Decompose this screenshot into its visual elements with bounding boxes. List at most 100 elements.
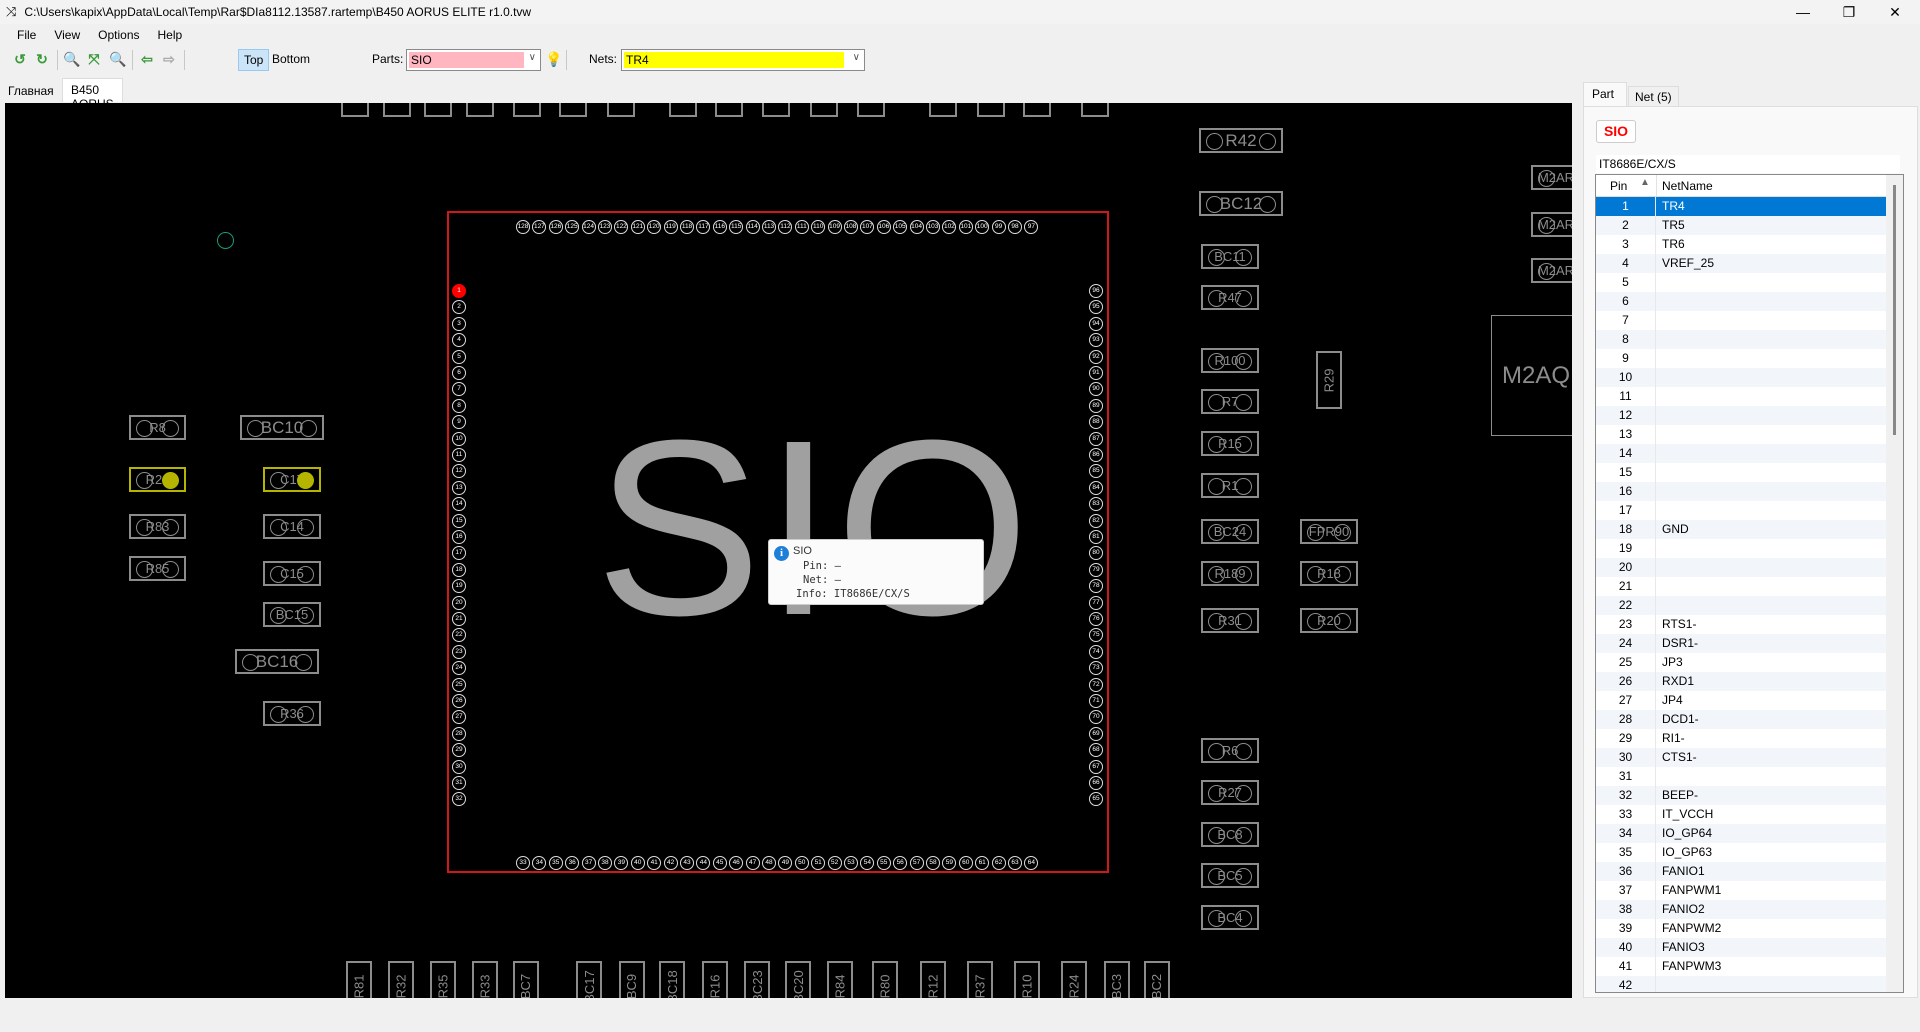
back-arrow-icon[interactable]: ⇦ <box>139 51 155 67</box>
pin-87[interactable]: 87 <box>1089 431 1103 446</box>
rotate-right-icon[interactable]: ↻ <box>34 51 50 67</box>
component-r12[interactable]: R12 <box>920 961 946 998</box>
component-bc9[interactable]: BC9 <box>619 961 645 998</box>
component-r31[interactable]: R31 <box>1201 608 1259 633</box>
pin-45[interactable]: 45 <box>712 856 727 870</box>
table-row[interactable]: 25 JP3 <box>1596 653 1886 672</box>
table-row[interactable]: 24 DSR1- <box>1596 634 1886 653</box>
table-row[interactable]: 20 <box>1596 558 1886 577</box>
table-row[interactable]: 27 JP4 <box>1596 691 1886 710</box>
pin-60[interactable]: 60 <box>958 856 973 870</box>
component-r32[interactable]: R32 <box>388 961 414 998</box>
table-row[interactable]: 26 RXD1 <box>1596 672 1886 691</box>
pin-101[interactable]: 101 <box>958 220 973 234</box>
pin-94[interactable]: 94 <box>1089 316 1103 331</box>
component-bc11[interactable]: BC11 <box>1201 244 1259 269</box>
component-partial[interactable] <box>977 103 1005 117</box>
component-r8[interactable]: R8 <box>129 415 186 440</box>
component-r16[interactable]: R16 <box>702 961 728 998</box>
pin-8[interactable]: 8 <box>452 398 466 413</box>
table-row[interactable]: 41 FANPWM3 <box>1596 957 1886 976</box>
pin-109[interactable]: 109 <box>827 220 842 234</box>
component-m2ar[interactable]: M2AR <box>1531 165 1572 190</box>
component-r47[interactable]: R47 <box>1201 285 1259 310</box>
component-bc23[interactable]: BC23 <box>744 961 770 998</box>
component-r24[interactable]: R24 <box>1061 961 1087 998</box>
board-canvas[interactable]: SIO 1 2 3 4 5 6 7 8 9 10 11 12 13 14 15 16 17 18 19 20 21 22 2… <box>5 103 1572 998</box>
component-partial[interactable] <box>607 103 635 117</box>
table-row[interactable]: 7 <box>1596 311 1886 330</box>
pin-52[interactable]: 52 <box>827 856 842 870</box>
component-bc16[interactable]: BC16 <box>235 649 319 674</box>
menu-view[interactable]: View <box>45 28 89 42</box>
component-r20[interactable]: R20 <box>1300 608 1358 633</box>
pin-116[interactable]: 116 <box>712 220 727 234</box>
menu-options[interactable]: Options <box>89 28 148 42</box>
pin-121[interactable]: 121 <box>630 220 645 234</box>
pin-15[interactable]: 15 <box>452 513 466 528</box>
pin-106[interactable]: 106 <box>876 220 891 234</box>
table-row[interactable]: 34 IO_GP64 <box>1596 824 1886 843</box>
component-bc4[interactable]: BC4 <box>1201 905 1259 930</box>
component-r37[interactable]: R37 <box>967 961 993 998</box>
pin-71[interactable]: 71 <box>1089 694 1103 708</box>
pin-47[interactable]: 47 <box>745 856 760 870</box>
table-row[interactable]: 1 TR4 <box>1596 197 1886 216</box>
tab-part[interactable]: Part <box>1583 82 1627 106</box>
pin-1[interactable]: 1 <box>452 284 466 298</box>
pin-33[interactable]: 33 <box>516 856 530 870</box>
pin-114[interactable]: 114 <box>745 220 760 234</box>
pin-123[interactable]: 123 <box>598 220 612 234</box>
pin-20[interactable]: 20 <box>452 595 466 610</box>
pin-10[interactable]: 10 <box>452 431 466 446</box>
pin-3[interactable]: 3 <box>452 316 466 331</box>
pin-126[interactable]: 126 <box>548 220 563 234</box>
pin-40[interactable]: 40 <box>630 856 645 870</box>
pin-35[interactable]: 35 <box>548 856 563 870</box>
component-bc20[interactable]: BC20 <box>785 961 811 998</box>
column-netname[interactable]: NetName <box>1662 179 1713 193</box>
component-bc12[interactable]: BC12 <box>1199 191 1283 216</box>
component-bc8[interactable]: BC8 <box>1201 822 1259 847</box>
component-partial[interactable] <box>929 103 957 117</box>
table-row[interactable]: 15 <box>1596 463 1886 482</box>
tab-net[interactable]: Net (5) <box>1628 86 1679 106</box>
pin-53[interactable]: 53 <box>844 856 858 870</box>
table-row[interactable]: 37 FANPWM1 <box>1596 881 1886 900</box>
table-row[interactable]: 17 <box>1596 501 1886 520</box>
menu-file[interactable]: File <box>8 28 45 42</box>
component-r42[interactable]: R42 <box>1199 128 1283 153</box>
component-bc3[interactable]: BC3 <box>1104 961 1130 998</box>
component-r81[interactable]: R81 <box>346 961 372 998</box>
pin-96[interactable]: 96 <box>1089 284 1103 298</box>
component-r84[interactable]: R84 <box>827 961 853 998</box>
pin-5[interactable]: 5 <box>452 349 466 364</box>
pin-79[interactable]: 79 <box>1089 562 1103 577</box>
component-c14[interactable]: C14 <box>263 514 321 539</box>
minimize-button[interactable]: — <box>1780 0 1826 24</box>
component-r27[interactable]: R27 <box>1201 780 1259 805</box>
pin-91[interactable]: 91 <box>1089 366 1103 380</box>
component-bc2[interactable]: BC2 <box>1144 961 1170 998</box>
pin-55[interactable]: 55 <box>876 856 891 870</box>
component-r83[interactable]: R83 <box>129 514 186 539</box>
vertical-scrollbar[interactable] <box>1886 175 1903 992</box>
table-row[interactable]: 42 <box>1596 976 1886 992</box>
close-button[interactable]: ✕ <box>1872 0 1918 24</box>
pin-119[interactable]: 119 <box>663 220 678 234</box>
table-row[interactable]: 22 <box>1596 596 1886 615</box>
component-bc18[interactable]: BC18 <box>659 961 685 998</box>
component-r6[interactable]: R6 <box>1201 738 1259 763</box>
component-r80[interactable]: R80 <box>872 961 898 998</box>
pin-124[interactable]: 124 <box>581 220 596 234</box>
component-partial[interactable] <box>1023 103 1051 117</box>
table-row[interactable]: 35 IO_GP63 <box>1596 843 1886 862</box>
pin-48[interactable]: 48 <box>762 856 776 870</box>
forward-arrow-icon[interactable]: ⇨ <box>161 51 177 67</box>
column-pin[interactable]: Pin <box>1610 179 1627 193</box>
table-row[interactable]: 30 CTS1- <box>1596 748 1886 767</box>
table-row[interactable]: 5 <box>1596 273 1886 292</box>
parts-value[interactable]: SIO <box>409 52 524 68</box>
pin-23[interactable]: 23 <box>452 644 466 659</box>
component-partial[interactable] <box>669 103 697 117</box>
